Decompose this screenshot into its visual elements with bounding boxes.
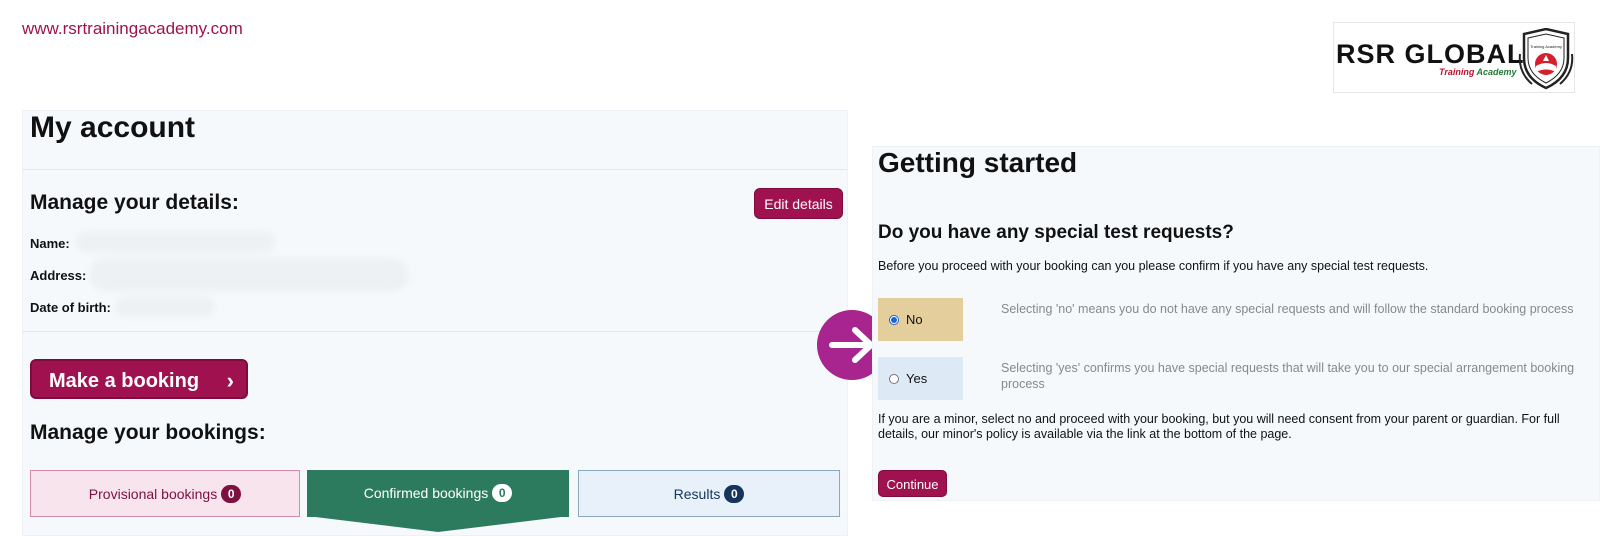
make-booking-label: Make a booking — [49, 370, 200, 392]
divider — [23, 169, 847, 170]
logo-title: RSR GLOBAL — [1336, 39, 1525, 69]
divider — [23, 331, 847, 332]
getting-started-title: Getting started — [878, 147, 1078, 178]
address-label: Address: — [30, 268, 87, 283]
dob-label: Date of birth: — [30, 300, 111, 315]
page-title: My account — [30, 111, 196, 144]
svg-text:Training Academy: Training Academy — [1530, 44, 1562, 49]
chevron-right-icon: › — [226, 368, 234, 393]
tab-confirmed-bookings[interactable]: Confirmed bookings 0 — [307, 470, 569, 517]
redacted-address — [89, 258, 409, 292]
count-badge: 0 — [724, 485, 745, 503]
count-badge: 0 — [221, 485, 242, 503]
name-label: Name: — [30, 236, 70, 251]
rsr-global-logo: RSR GLOBAL Training Academy Training Aca… — [1333, 22, 1575, 93]
intro-text: Before you proceed with your booking can… — [878, 259, 1429, 273]
academy-crest-icon: Training Academy — [1518, 28, 1574, 90]
option-no-label: No — [906, 312, 923, 327]
site-url[interactable]: www.rsrtrainingacademy.com — [22, 19, 243, 39]
special-requests-question: Do you have any special test requests? — [878, 222, 1234, 243]
tab-provisional-bookings[interactable]: Provisional bookings 0 — [30, 470, 300, 517]
option-yes[interactable]: Yes — [878, 357, 963, 400]
tab-label: Confirmed bookings — [363, 485, 489, 501]
my-account-panel: My account Manage your details: Edit det… — [22, 110, 848, 536]
getting-started-panel: Getting started Do you have any special … — [872, 146, 1600, 501]
tab-label: Results — [673, 486, 721, 502]
radio-yes[interactable] — [889, 374, 899, 384]
option-yes-description: Selecting 'yes' confirms you have specia… — [1001, 361, 1575, 391]
option-no[interactable]: No — [878, 298, 963, 341]
option-yes-label: Yes — [906, 371, 928, 386]
tab-results[interactable]: Results 0 — [578, 470, 840, 517]
active-tab-pointer — [307, 516, 569, 532]
tab-label: Provisional bookings — [88, 486, 218, 502]
manage-bookings-heading: Manage your bookings: — [30, 421, 266, 444]
make-booking-button[interactable]: Make a booking › — [30, 359, 248, 399]
redacted-dob — [115, 297, 215, 317]
redacted-name — [75, 231, 275, 253]
count-badge: 0 — [492, 484, 513, 502]
minor-policy-note: If you are a minor, select no and procee… — [878, 412, 1560, 441]
edit-details-button[interactable]: Edit details — [754, 188, 843, 219]
continue-button[interactable]: Continue — [878, 470, 947, 497]
option-no-description: Selecting 'no' means you do not have any… — [1001, 302, 1574, 316]
logo-subtitle: Training Academy — [1439, 67, 1517, 77]
radio-no[interactable] — [889, 315, 899, 325]
manage-details-heading: Manage your details: — [30, 191, 239, 214]
